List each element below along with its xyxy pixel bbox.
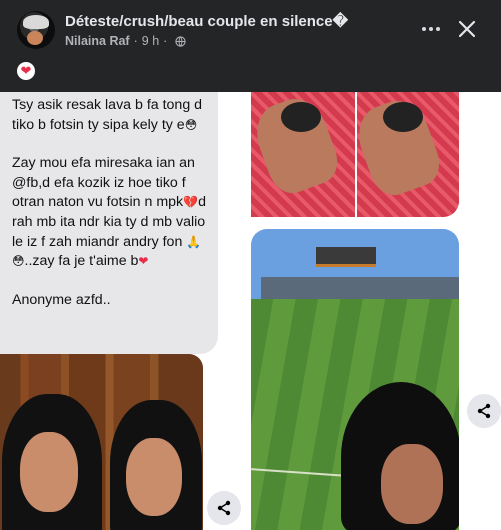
message-signature: Anonyme azfd..: [12, 291, 111, 308]
heart-reaction-icon[interactable]: ❤: [17, 62, 35, 80]
post-time[interactable]: 9 h: [142, 34, 159, 48]
post-header: Déteste/crush/beau couple en silence� Ni…: [0, 0, 501, 92]
heart-emoji: ❤: [138, 254, 149, 269]
share-button[interactable]: [207, 491, 241, 525]
more-options-button[interactable]: [418, 16, 444, 42]
hands-photo[interactable]: [251, 92, 459, 217]
left-image-column: Tsy asik resak lava b fa tong d tiko b f…: [0, 92, 251, 530]
author-name[interactable]: Nilaina Raf: [65, 34, 130, 48]
flushed-emoji: 😳: [184, 117, 198, 132]
post-title: Déteste/crush/beau couple en silence�: [65, 13, 348, 30]
stadium-selfie-photo[interactable]: [251, 229, 459, 530]
message-paragraph-1: Tsy asik resak lava b fa tong d tiko b f…: [12, 97, 203, 133]
broken-heart-emoji: 💔: [183, 195, 199, 210]
right-image-column: [251, 92, 501, 530]
share-icon: [217, 500, 231, 516]
globe-icon: [175, 35, 186, 47]
meta-separator: ·: [133, 34, 138, 48]
message-bubble: Tsy asik resak lava b fa tong d tiko b f…: [0, 92, 218, 354]
more-options-icon: [422, 27, 426, 31]
flushed-emoji-2: 😳: [12, 254, 25, 269]
close-icon[interactable]: [454, 16, 480, 42]
share-button-2[interactable]: [467, 394, 501, 428]
author-avatar[interactable]: [17, 11, 55, 49]
meta-separator-2: ·: [163, 34, 168, 48]
message-paragraph-2: Zay mou efa miresaka ian an @fb,d efa ko…: [12, 155, 206, 270]
twin-selfie-photo[interactable]: [0, 354, 203, 530]
post-meta: Nilaina Raf · 9 h ·: [65, 34, 186, 48]
pray-emoji: 🙏: [186, 234, 202, 249]
share-icon: [477, 403, 491, 419]
